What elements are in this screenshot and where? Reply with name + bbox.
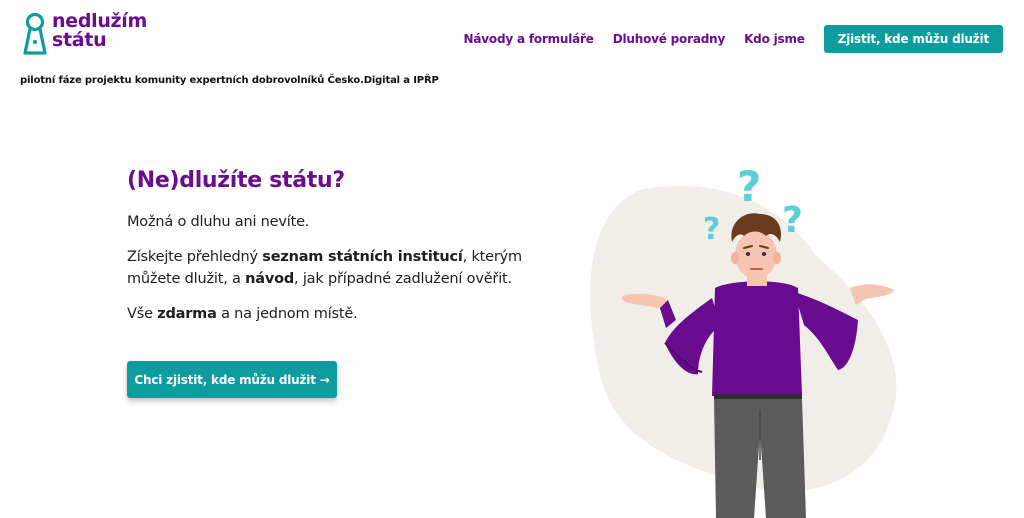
hero-p3-bold-free: zdarma: [157, 306, 217, 322]
hero-p2-text-3: , jak případné zadlužení ověřit.: [294, 271, 512, 287]
hero-paragraph-2: Získejte přehledný seznam státních insti…: [127, 246, 527, 290]
main-nav: Návody a formuláře Dluhové poradny Kdo j…: [464, 25, 1003, 53]
hero-paragraph-1: Možná o dluhu ani nevíte.: [127, 214, 310, 230]
keyhole-person-icon: [23, 12, 47, 55]
hero-p2-bold-guide: návod: [245, 271, 295, 287]
question-mark-icon: ?: [737, 162, 761, 211]
hero-title: (Ne)dlužíte státu?: [127, 168, 345, 193]
site-logo[interactable]: nedlužím státu: [22, 12, 147, 56]
confused-person-illustration: ? ? ?: [590, 162, 897, 518]
hero-p3-text-2: a na jednom místě.: [216, 306, 358, 322]
hero-p2-text-1: Získejte přehledný: [127, 249, 263, 265]
hero-p3-text-1: Vše: [127, 306, 158, 322]
hero-p2-bold-institutions: seznam státních institucí: [262, 249, 463, 265]
logo-line-2: státu: [52, 29, 107, 51]
nav-link-guides[interactable]: Návody a formuláře: [464, 32, 594, 46]
question-mark-icon: ?: [782, 200, 803, 241]
site-header: nedlužím státu pilotní fáze projektu kom…: [0, 0, 1024, 100]
logo-wordmark: nedlužím státu: [52, 12, 147, 50]
project-tagline: pilotní fáze projektu komunity expertníc…: [20, 75, 439, 86]
hero-section: (Ne)dlužíte státu? Možná o dluhu ani nev…: [127, 167, 527, 325]
nav-link-debt-counseling[interactable]: Dluhové poradny: [613, 32, 726, 46]
hero-cta-button[interactable]: Chci zjistit, kde můžu dlužit →: [127, 361, 337, 398]
hero-paragraph-3: Vše zdarma a na jednom místě.: [127, 303, 527, 325]
question-mark-icon: ?: [703, 212, 720, 247]
nav-link-about[interactable]: Kdo jsme: [744, 32, 805, 46]
header-cta-button[interactable]: Zjistit, kde můžu dlužit: [823, 25, 1003, 53]
